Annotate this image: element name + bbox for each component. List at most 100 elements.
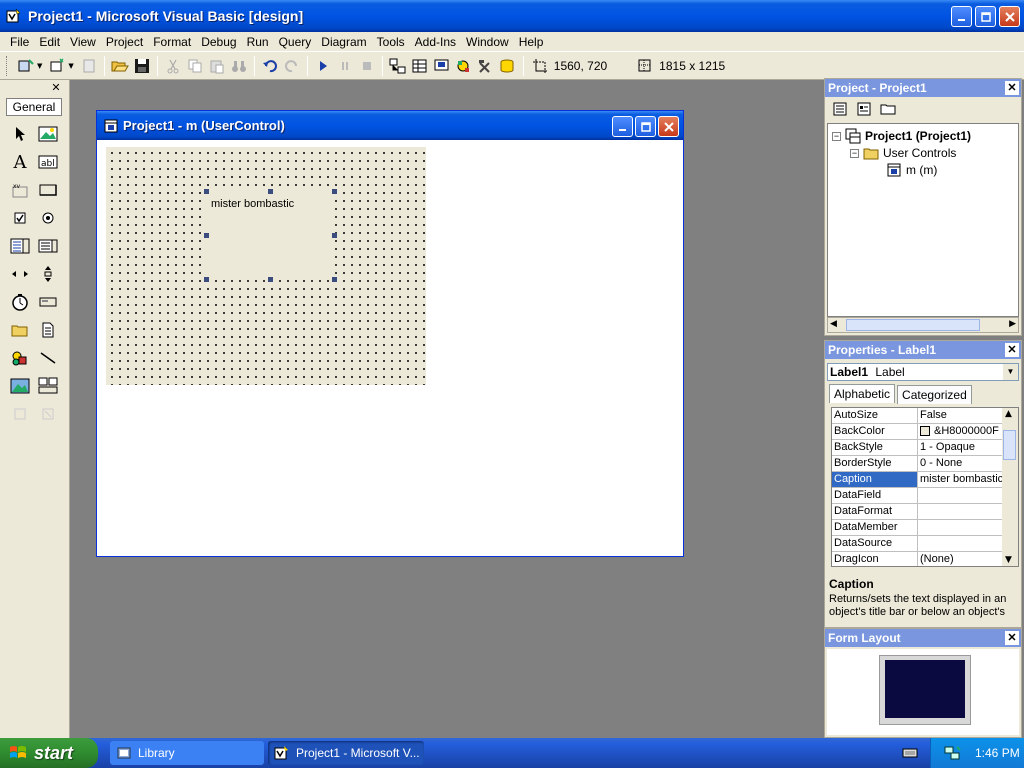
collapse-icon[interactable]: −: [850, 148, 859, 158]
network-icon[interactable]: [943, 745, 961, 761]
menu-diagram[interactable]: Diagram: [317, 35, 370, 49]
project-explorer-titlebar[interactable]: Project - Project1 ✕: [825, 79, 1021, 97]
project-explorer-close-button[interactable]: ✕: [1005, 81, 1019, 95]
dropdown-arrow-icon[interactable]: ▼: [68, 62, 73, 70]
designer-close-button[interactable]: [658, 116, 679, 137]
menu-tools[interactable]: Tools: [373, 35, 409, 49]
commandbutton-tool[interactable]: [34, 176, 62, 204]
add-project-button[interactable]: [15, 55, 37, 77]
data-tool[interactable]: [34, 372, 62, 400]
property-row[interactable]: DataField: [832, 488, 1002, 504]
object-browser-button[interactable]: [453, 55, 475, 77]
property-row[interactable]: DragIcon (None): [832, 552, 1002, 566]
line-tool[interactable]: [34, 344, 62, 372]
property-row[interactable]: BorderStyle 0 - None: [832, 456, 1002, 472]
save-project-button[interactable]: [131, 55, 153, 77]
clock[interactable]: 1:46 PM: [975, 746, 1020, 760]
menu-query[interactable]: Query: [275, 35, 316, 49]
picturebox-tool[interactable]: [34, 120, 62, 148]
end-button[interactable]: [356, 55, 378, 77]
property-row[interactable]: AutoSize False: [832, 408, 1002, 424]
toolbox-button[interactable]: [475, 55, 497, 77]
filelistbox-tool[interactable]: [34, 316, 62, 344]
checkbox-tool[interactable]: [6, 204, 34, 232]
view-object-button[interactable]: [853, 98, 875, 120]
redo-button[interactable]: [281, 55, 303, 77]
designer-titlebar[interactable]: Project1 - m (UserControl): [97, 111, 683, 140]
menu-project[interactable]: Project: [102, 35, 147, 49]
timer-tool[interactable]: [6, 288, 34, 316]
break-button[interactable]: [334, 55, 356, 77]
property-row-selected[interactable]: Caption mister bombastic: [832, 472, 1002, 488]
resize-handle-tl[interactable]: [204, 189, 209, 194]
taskbar-item-vb[interactable]: Project1 - Microsoft V...: [268, 741, 424, 765]
property-row[interactable]: BackColor &H8000000F: [832, 424, 1002, 440]
maximize-button[interactable]: [975, 6, 996, 27]
toolbox-close-button[interactable]: ✕: [49, 82, 63, 94]
resize-handle-br[interactable]: [332, 277, 337, 282]
menu-debug[interactable]: Debug: [197, 35, 240, 49]
menu-format[interactable]: Format: [149, 35, 195, 49]
resize-handle-mr[interactable]: [332, 233, 337, 238]
property-grid-vscrollbar[interactable]: ▲ ▼: [1002, 408, 1018, 566]
project-tree-hscrollbar[interactable]: ◀ ▶: [827, 317, 1019, 333]
find-button[interactable]: [228, 55, 250, 77]
designer-minimize-button[interactable]: [612, 116, 633, 137]
menu-add-ins[interactable]: Add-Ins: [411, 35, 460, 49]
resize-handle-tr[interactable]: [332, 189, 337, 194]
resize-handle-bl[interactable]: [204, 277, 209, 282]
properties-titlebar[interactable]: Properties - Label1 ✕: [825, 341, 1021, 359]
designer-maximize-button[interactable]: [635, 116, 656, 137]
label1-control[interactable]: mister bombastic: [206, 191, 334, 280]
menu-edit[interactable]: Edit: [35, 35, 64, 49]
property-row[interactable]: DataFormat: [832, 504, 1002, 520]
property-row[interactable]: BackStyle 1 - Opaque: [832, 440, 1002, 456]
toolbox-tab-general[interactable]: General: [6, 98, 62, 116]
properties-close-button[interactable]: ✕: [1005, 343, 1019, 357]
form-layout-close-button[interactable]: ✕: [1005, 631, 1019, 645]
scroll-left-icon[interactable]: ◀: [830, 319, 837, 329]
data-view-button[interactable]: [497, 55, 519, 77]
tree-usercontrol-node[interactable]: m (m): [886, 162, 937, 178]
toolbar-grip[interactable]: [6, 55, 9, 76]
tree-project-node[interactable]: − Project1 (Project1): [832, 128, 971, 144]
scroll-up-icon[interactable]: ▲: [1005, 409, 1012, 419]
form-layout-titlebar[interactable]: Form Layout ✕: [825, 629, 1021, 647]
start-button[interactable]: [312, 55, 334, 77]
object-selector[interactable]: Label1 Label ▼: [827, 363, 1019, 381]
menu-view[interactable]: View: [66, 35, 100, 49]
property-row[interactable]: DataMember: [832, 520, 1002, 536]
optionbutton-tool[interactable]: [34, 204, 62, 232]
taskbar-item-library[interactable]: Library: [110, 741, 264, 765]
menu-run[interactable]: Run: [243, 35, 273, 49]
listbox-tool[interactable]: [34, 232, 62, 260]
menu-help[interactable]: Help: [515, 35, 548, 49]
textbox-tool[interactable]: abl: [34, 148, 62, 176]
keyboard-icon[interactable]: [902, 745, 918, 761]
open-project-button[interactable]: [109, 55, 131, 77]
property-row[interactable]: DataSource: [832, 536, 1002, 552]
hscrollbar-tool[interactable]: [6, 260, 34, 288]
toggle-folders-button[interactable]: [877, 98, 899, 120]
menu-editor-button[interactable]: [78, 55, 100, 77]
start-button[interactable]: start: [0, 738, 98, 768]
cut-button[interactable]: [162, 55, 184, 77]
scroll-down-icon[interactable]: ▼: [1005, 555, 1012, 565]
resize-handle-bm[interactable]: [268, 277, 273, 282]
menu-file[interactable]: File: [6, 35, 33, 49]
menu-window[interactable]: Window: [462, 35, 513, 49]
dropdown-arrow-icon[interactable]: ▼: [37, 62, 42, 70]
tab-alphabetic[interactable]: Alphabetic: [829, 384, 896, 403]
vscrollbar-tool[interactable]: [34, 260, 62, 288]
scroll-thumb[interactable]: [846, 319, 980, 331]
disabled-tool[interactable]: [34, 400, 62, 428]
close-button[interactable]: [999, 6, 1020, 27]
drivelistbox-tool[interactable]: [34, 288, 62, 316]
collapse-icon[interactable]: −: [832, 131, 841, 141]
scroll-thumb[interactable]: [1003, 430, 1016, 460]
shape-tool[interactable]: [6, 344, 34, 372]
combobox-tool[interactable]: [6, 232, 34, 260]
add-form-button[interactable]: [46, 55, 68, 77]
frame-tool[interactable]: xv: [6, 176, 34, 204]
undo-button[interactable]: [259, 55, 281, 77]
